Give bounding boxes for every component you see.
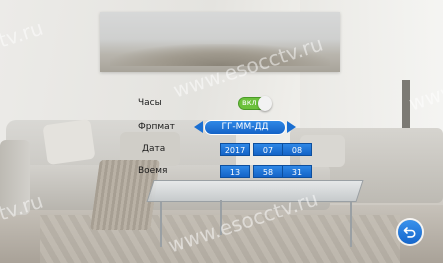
back-button[interactable]	[398, 220, 422, 244]
date-day-field[interactable]: 08	[282, 143, 312, 156]
date-month-field[interactable]: 07	[253, 143, 283, 156]
coffee-table-top	[146, 180, 364, 202]
time-hour-field[interactable]: 13	[220, 165, 250, 178]
chevron-left-icon[interactable]	[194, 121, 203, 133]
clock-toggle-knob	[258, 96, 272, 111]
clock-label: Часы	[138, 98, 162, 108]
clock-toggle-text: вкл	[242, 98, 257, 107]
date-year-field[interactable]: 2017	[220, 143, 250, 156]
settings-screen: tv.ru www.esocctv.ru tv.ru www.esocctv.r…	[0, 0, 443, 263]
time-second-field[interactable]: 31	[282, 165, 312, 178]
time-label: Воемя	[138, 166, 168, 176]
sofa-pillow	[42, 118, 96, 166]
date-label: Дата	[142, 144, 166, 154]
coffee-table-leg	[160, 202, 162, 247]
chevron-right-icon[interactable]	[287, 121, 296, 133]
time-minute-field[interactable]: 58	[253, 165, 283, 178]
format-selector: ГГ-ММ-ДД	[194, 120, 296, 135]
format-value[interactable]: ГГ-ММ-ДД	[204, 120, 286, 135]
clock-toggle[interactable]: вкл	[238, 96, 272, 111]
coffee-table-leg	[350, 202, 352, 247]
back-arrow-icon	[403, 227, 416, 238]
format-label: Фрпмат	[138, 122, 175, 132]
